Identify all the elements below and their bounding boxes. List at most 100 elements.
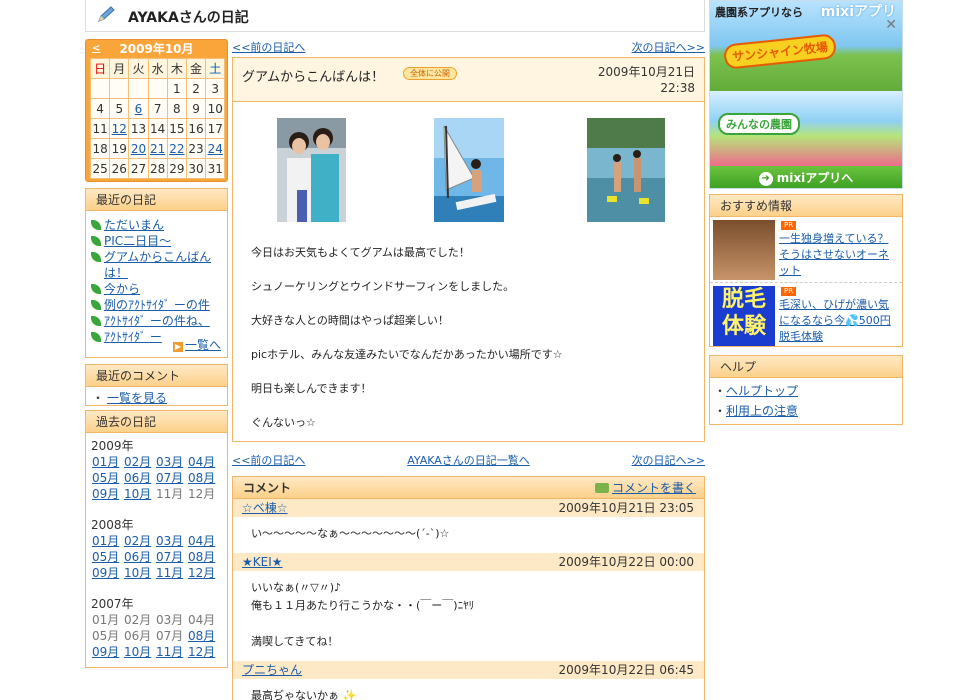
recent-diary-link[interactable]: 今から xyxy=(104,282,140,296)
recent-diary-item: 今から xyxy=(90,281,223,297)
calendar-day[interactable]: 12 xyxy=(109,118,130,139)
recent-diary-link[interactable]: PIC二日目〜 xyxy=(104,234,171,248)
recent-comments-title: 最近のコメント xyxy=(86,365,227,387)
mixi-app-button[interactable]: ➜ mixiアプリへ xyxy=(710,166,902,188)
recent-comments-box: 最近のコメント ・一覧を見る xyxy=(85,364,228,406)
bullet: ・ xyxy=(714,384,727,398)
calendar-day xyxy=(109,78,130,99)
help-item: ・ヘルプトップ xyxy=(714,381,898,401)
weekday-label: 火 xyxy=(128,58,149,79)
next-diary-link[interactable]: 次の日記へ>> xyxy=(632,39,705,55)
calendar-day[interactable]: 6 xyxy=(128,98,149,119)
recent-diaries-list-link[interactable]: 一覧へ xyxy=(185,338,221,352)
calendar-grid: 日 月 火 水 木 金 土 1 2 3 4 5 6 7 8 9 10 11 12 13 14 15 16 17 1… xyxy=(89,58,226,179)
past-month-link[interactable]: 06月 xyxy=(124,549,156,565)
bullet: ・ xyxy=(92,391,105,405)
past-month-link: 11月 xyxy=(156,487,184,501)
recent-diary-item: 例のｱｸﾄｻｲﾀﾞ ーの件 xyxy=(90,297,223,313)
entry-datetime: 2009年10月21日 22:38 xyxy=(598,64,695,96)
calendar-day: 7 xyxy=(147,98,168,119)
help-top-link[interactable]: ヘルプトップ xyxy=(726,384,798,398)
past-month-link[interactable]: 07月 xyxy=(156,470,188,486)
mixi-app-ad[interactable]: 農園系アプリなら mixiアプリ ✕ サンシャイン牧場 みんなの農園 ➜ mixi… xyxy=(709,0,903,189)
past-month-link[interactable]: 08月 xyxy=(188,470,220,486)
calendar-day: 9 xyxy=(185,98,207,119)
calendar-day: 23 xyxy=(185,138,207,159)
next-diary-link[interactable]: 次の日記へ>> xyxy=(632,452,705,468)
entry-date: 2009年10月21日 xyxy=(597,65,695,79)
past-month-link[interactable]: 03月 xyxy=(156,533,188,549)
past-month-link[interactable]: 04月 xyxy=(188,454,220,470)
past-month-link[interactable]: 10月 xyxy=(124,644,156,660)
recommended-text[interactable]: 一生独身増えている？そうはさせないオーネット xyxy=(779,231,899,279)
calendar-day: 28 xyxy=(147,158,168,179)
past-month-link[interactable]: 04月 xyxy=(188,533,220,549)
photo-thumbnail[interactable] xyxy=(587,118,665,222)
past-month-link[interactable]: 01月 xyxy=(92,454,124,470)
photo-thumbnail[interactable] xyxy=(434,118,504,222)
past-month-link[interactable]: 08月 xyxy=(188,628,220,644)
past-month-link[interactable]: 09月 xyxy=(92,486,124,502)
recent-diary-item: ただいまん xyxy=(90,217,223,233)
past-month-link[interactable]: 07月 xyxy=(156,549,188,565)
comment-body: いいなぁ(〃▽〃)♪ 俺も１１月あたり行こうかな・・(￣ー￣)ﾆﾔﾘ 満喫してきてね… xyxy=(233,571,704,661)
recent-diary-link[interactable]: 例のｱｸﾄｻｲﾀﾞ ーの件 xyxy=(104,298,210,312)
terms-link[interactable]: 利用上の注意 xyxy=(726,404,798,418)
calendar-day[interactable]: 20 xyxy=(128,138,149,159)
past-month-link[interactable]: 10月 xyxy=(124,565,156,581)
past-month-link[interactable]: 12月 xyxy=(188,565,220,581)
past-month-link[interactable]: 03月 xyxy=(156,454,188,470)
past-month-link[interactable]: 10月 xyxy=(124,486,156,502)
past-month-link[interactable]: 11月 xyxy=(156,644,188,660)
past-month-link[interactable]: 01月 xyxy=(92,533,124,549)
calendar-day[interactable]: 21 xyxy=(147,138,168,159)
recommended-item[interactable]: PR 一生独身増えている？そうはさせないオーネット xyxy=(710,217,902,283)
recent-diary-item: ｱｸﾄｻｲﾀﾞ ーの件ね、 xyxy=(90,313,223,329)
prev-diary-link[interactable]: <<前の日記へ xyxy=(232,39,305,55)
calendar-day xyxy=(147,78,168,99)
write-comment-link[interactable]: コメントを書く xyxy=(612,481,696,495)
past-month-link[interactable]: 08月 xyxy=(188,549,220,565)
comment-author[interactable]: ★KEI★ xyxy=(242,555,283,569)
recent-diaries-more: ▶ 一覧へ xyxy=(172,336,221,353)
recent-diary-link[interactable]: ｱｸﾄｻｲﾀﾞ ーの件ね、 xyxy=(104,314,210,328)
past-year-label: 2008年 xyxy=(91,518,134,532)
past-month-link[interactable]: 05月 xyxy=(92,549,124,565)
entry-paragraph: 今日はお天気もよくてグアムは最高でした！ xyxy=(251,246,470,259)
past-month-link[interactable]: 05月 xyxy=(92,470,124,486)
calendar-day: 5 xyxy=(109,98,130,119)
comment-author[interactable]: ☆ベ棟☆ xyxy=(242,501,288,515)
recent-diary-link[interactable]: ｱｸﾄｻｲﾀﾞ ー xyxy=(104,330,162,344)
help-title: ヘルプ xyxy=(710,356,902,378)
close-icon[interactable]: ✕ xyxy=(885,17,897,33)
calendar-day[interactable]: 22 xyxy=(166,138,187,159)
recommended-text[interactable]: 毛深い、ひげが濃い気になるなら今💦500円脱毛体験 xyxy=(779,297,899,345)
past-month-link[interactable]: 09月 xyxy=(92,644,124,660)
recent-diary-link[interactable]: ただいまん xyxy=(104,218,164,232)
comment-line xyxy=(251,615,704,633)
past-month-link[interactable]: 06月 xyxy=(124,470,156,486)
recent-diary-link[interactable]: グアムからこんばんは！ xyxy=(104,250,211,280)
calendar-day[interactable]: 24 xyxy=(205,138,226,159)
leaf-icon xyxy=(91,252,101,262)
past-month-link[interactable]: 02月 xyxy=(124,454,156,470)
calendar-day: 11 xyxy=(89,118,111,139)
recommended-item[interactable]: 脱毛体験 PR 毛深い、ひげが濃い気になるなら今💦500円脱毛体験 xyxy=(710,283,902,349)
past-month-link[interactable]: 02月 xyxy=(124,533,156,549)
comment-author[interactable]: プニちゃん xyxy=(242,663,302,677)
past-month-link[interactable]: 12月 xyxy=(188,644,220,660)
comment-line: いいなぁ(〃▽〃)♪ xyxy=(251,581,342,594)
past-month-link: 07月 xyxy=(156,629,184,643)
ad-thumbnail xyxy=(713,220,775,280)
recent-comments-link[interactable]: 一覧を見る xyxy=(107,391,167,405)
photo-thumbnail[interactable] xyxy=(277,118,346,222)
write-comment-icon xyxy=(594,483,609,493)
diary-list-link[interactable]: AYAKAさんの日記一覧へ xyxy=(407,454,530,467)
recent-diaries-box: 最近の日記 ただいまん PIC二日目〜 グアムからこんばんは！ 今から 例のｱｸ… xyxy=(85,188,228,358)
past-month-link[interactable]: 09月 xyxy=(92,565,124,581)
calendar-day: 18 xyxy=(89,138,111,159)
calendar-prev-month[interactable]: < xyxy=(92,40,100,58)
entry-photos xyxy=(233,102,704,222)
past-month-link[interactable]: 11月 xyxy=(156,565,188,581)
comments-header: コメント コメントを書く xyxy=(233,477,704,499)
